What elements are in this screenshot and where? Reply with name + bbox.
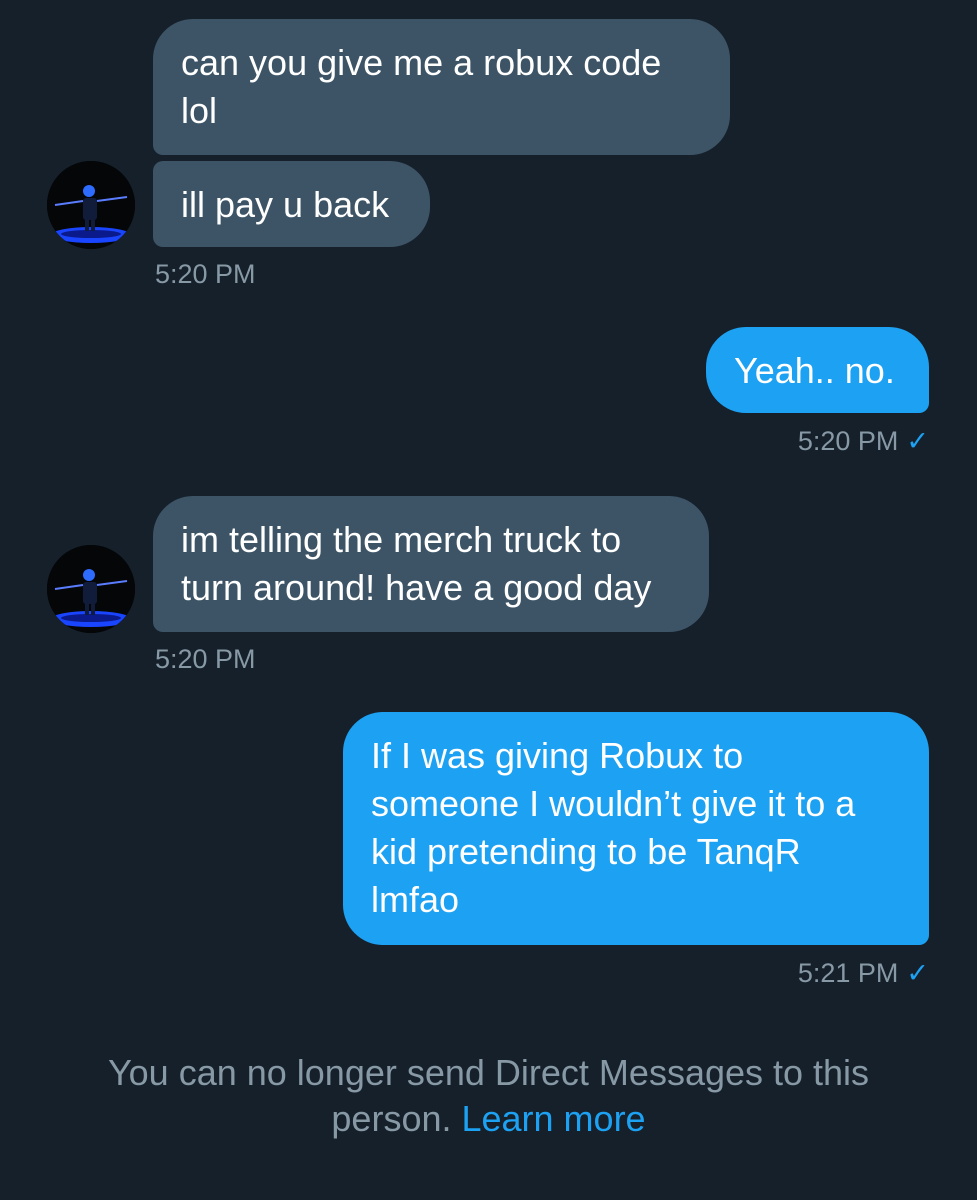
- timestamp-text: 5:20 PM: [797, 426, 899, 456]
- dm-thread: can you give me a robux code lol ill pay…: [0, 0, 977, 1200]
- outgoing-message-bubble[interactable]: Yeah.. no.: [706, 327, 929, 413]
- dm-disabled-notice: You can no longer send Direct Messages t…: [60, 1050, 917, 1142]
- user-avatar[interactable]: [47, 161, 135, 249]
- user-avatar[interactable]: [47, 545, 135, 633]
- message-timestamp: 5:20 PM ✓: [798, 425, 929, 457]
- incoming-message-bubble[interactable]: im telling the merch truck to turn aroun…: [153, 496, 709, 632]
- checkmark-icon: ✓: [906, 958, 929, 988]
- avatar-image: [47, 161, 135, 249]
- outgoing-message-bubble[interactable]: If I was giving Robux to someone I would…: [343, 712, 929, 945]
- message-timestamp: 5:21 PM ✓: [798, 957, 929, 989]
- incoming-message-bubble[interactable]: can you give me a robux code lol: [153, 19, 730, 155]
- avatar-image: [47, 545, 135, 633]
- message-timestamp: 5:20 PM: [155, 259, 256, 289]
- learn-more-link[interactable]: Learn more: [461, 1098, 645, 1139]
- timestamp-text: 5:21 PM: [797, 958, 899, 988]
- message-timestamp: 5:20 PM: [155, 644, 256, 674]
- incoming-message-bubble[interactable]: ill pay u back: [153, 161, 430, 247]
- checkmark-icon: ✓: [906, 426, 929, 456]
